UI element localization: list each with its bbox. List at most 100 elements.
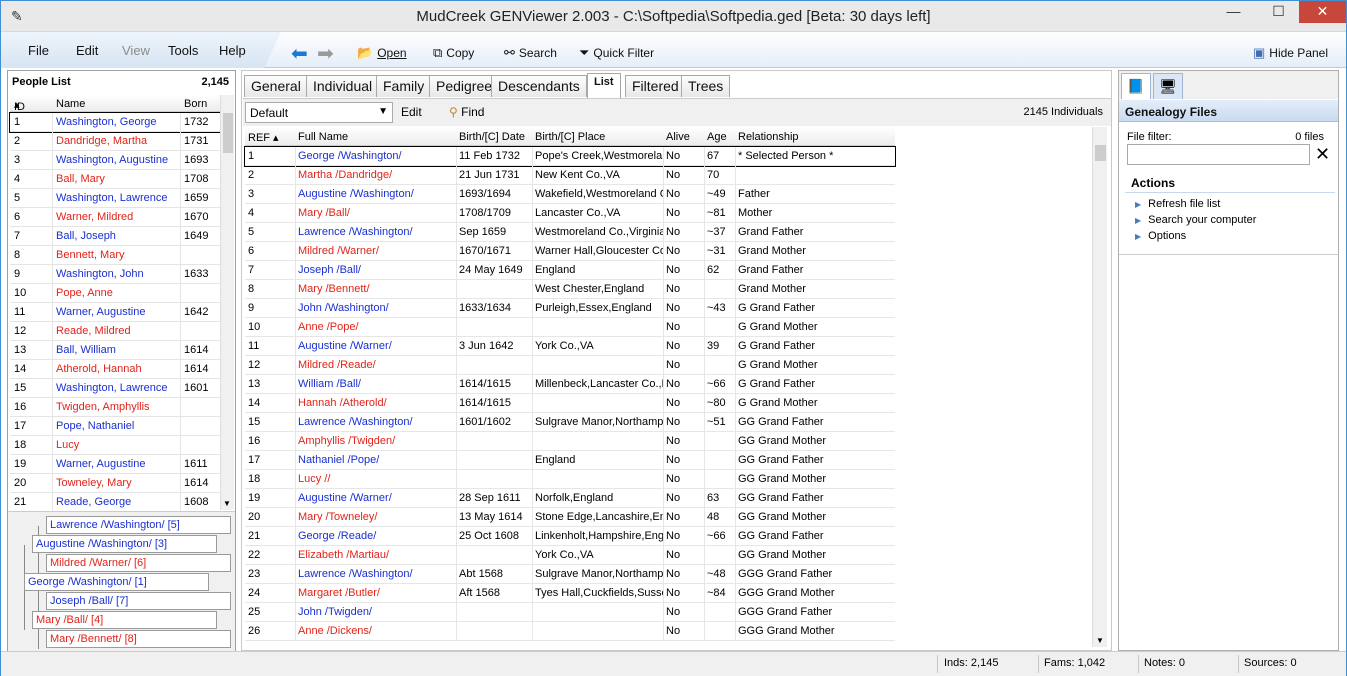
quick-filter-button[interactable]: ⏷ Quick Filter — [579, 45, 654, 61]
tab-trees[interactable]: Trees — [681, 75, 731, 97]
scroll-down-icon[interactable]: ▼ — [223, 499, 231, 508]
scroll-thumb[interactable] — [223, 113, 233, 153]
table-row[interactable]: 21 George /Reade/25 Oct 1608 Linkenholt,Ha… — [245, 527, 895, 546]
person-row[interactable]: 14 Atherold, Hannah 1614 — [10, 360, 220, 379]
tab-list[interactable]: List — [587, 73, 621, 98]
person-row[interactable]: 2 Dandridge, Martha 1731 — [10, 132, 220, 151]
table-row[interactable]: 24 Margaret /Butler/Aft 1568 Tyes Hall,Cuc… — [245, 584, 895, 603]
table-row[interactable]: 11 Augustine /Warner/3 Jun 1642 York Co.,V… — [245, 337, 895, 356]
hide-panel-button[interactable]: ▣ Hide Panel — [1253, 45, 1328, 61]
book-icon[interactable]: 📘 — [1121, 73, 1151, 99]
person-row[interactable]: 21 Reade, George 1608 — [10, 493, 220, 512]
person-row[interactable]: 3 Washington, Augustine 1693 — [10, 151, 220, 170]
table-row[interactable]: 13 William /Ball/1614/1615 Millenbeck,Lanc… — [245, 375, 895, 394]
back-arrow-icon[interactable]: ⬅ — [291, 41, 308, 66]
person-row[interactable]: 18 Lucy — [10, 436, 220, 455]
person-row[interactable]: 16 Twigden, Amphyllis — [10, 398, 220, 417]
person-row[interactable]: 13 Ball, William 1614 — [10, 341, 220, 360]
table-row[interactable]: 2 Martha /Dandridge/21 Jun 1731 New Kent C… — [245, 166, 895, 185]
tab-individual[interactable]: Individual — [306, 75, 380, 97]
table-row[interactable]: 25 John /Twigden/No GGG Grand Father — [245, 603, 895, 622]
table-row[interactable]: 17 Nathaniel /Pope/England No GG Grand Fath… — [245, 451, 895, 470]
menu-edit[interactable]: Edit — [76, 43, 98, 58]
person-row[interactable]: 10 Pope, Anne — [10, 284, 220, 303]
find-button[interactable]: ⚲ Find — [449, 105, 484, 119]
table-row[interactable]: 3 Augustine /Washington/1693/1694 Wakefiel… — [245, 185, 895, 204]
person-row[interactable]: 7 Ball, Joseph 1649 — [10, 227, 220, 246]
table-row[interactable]: 16 Amphyllis /Twigden/No GG Grand Mother — [245, 432, 895, 451]
tree-node[interactable]: George /Washington/ [1] — [24, 573, 209, 591]
person-row[interactable]: 15 Washington, Lawrence 1601 — [10, 379, 220, 398]
table-row[interactable]: 10 Anne /Pope/No G Grand Mother — [245, 318, 895, 337]
action-link[interactable]: ▶ Search your computer — [1135, 214, 1256, 226]
table-row[interactable]: 9 John /Washington/1633/1634 Purleigh,Esse… — [245, 299, 895, 318]
col-age[interactable]: Age — [707, 131, 727, 143]
tab-pedigree[interactable]: Pedigree — [429, 75, 500, 97]
menu-help[interactable]: Help — [219, 43, 246, 58]
col-id[interactable]: ID ▴ — [14, 98, 25, 113]
table-row[interactable]: 15 Lawrence /Washington/1601/1602 Sulgrave… — [245, 413, 895, 432]
person-row[interactable]: 4 Ball, Mary 1708 — [10, 170, 220, 189]
tree-node[interactable]: Mary /Bennett/ [8] — [46, 630, 231, 648]
person-row[interactable]: 5 Washington, Lawrence 1659 — [10, 189, 220, 208]
open-button[interactable]: 📂 Open — [357, 45, 407, 61]
table-row[interactable]: 12 Mildred /Reade/No G Grand Mother — [245, 356, 895, 375]
people-list-scrollbar[interactable]: ▼ — [220, 95, 234, 510]
col-alive[interactable]: Alive — [666, 131, 690, 143]
file-filter-input[interactable] — [1127, 144, 1310, 165]
person-row[interactable]: 12 Reade, Mildred — [10, 322, 220, 341]
col-born[interactable]: Born — [184, 98, 207, 110]
list-scrollbar[interactable]: ▼ — [1092, 127, 1107, 647]
tab-descendants[interactable]: Descendants — [491, 75, 587, 97]
tree-node[interactable]: Lawrence /Washington/ [5] — [46, 516, 231, 534]
person-row[interactable]: 9 Washington, John 1633 — [10, 265, 220, 284]
table-row[interactable]: 5 Lawrence /Washington/Sep 1659 Westmorela… — [245, 223, 895, 242]
forward-arrow-icon[interactable]: ➡ — [317, 41, 334, 66]
col-relationship[interactable]: Relationship — [738, 131, 799, 143]
person-row[interactable]: 8 Bennett, Mary — [10, 246, 220, 265]
person-row[interactable]: 11 Warner, Augustine 1642 — [10, 303, 220, 322]
menu-view[interactable]: View — [122, 43, 150, 58]
col-birth-c-date[interactable]: Birth/[C] Date — [459, 131, 525, 143]
copy-button[interactable]: ⧉ Copy — [433, 45, 474, 61]
col-full-name[interactable]: Full Name — [298, 131, 348, 143]
person-row[interactable]: 20 Towneley, Mary 1614 — [10, 474, 220, 493]
table-row[interactable]: 26 Anne /Dickens/No GGG Grand Mother — [245, 622, 895, 641]
person-row[interactable]: 6 Warner, Mildred 1670 — [10, 208, 220, 227]
action-link[interactable]: ▶ Options — [1135, 230, 1186, 242]
table-row[interactable]: 19 Augustine /Warner/28 Sep 1611 Norfolk,E… — [245, 489, 895, 508]
person-row[interactable]: 17 Pope, Nathaniel — [10, 417, 220, 436]
table-row[interactable]: 1 George /Washington/11 Feb 1732 Pope's Cr… — [244, 146, 896, 167]
search-button[interactable]: ⚯ Search — [504, 45, 557, 61]
col-birth-c-place[interactable]: Birth/[C] Place — [535, 131, 605, 143]
computer-icon[interactable]: 🖥 — [1153, 73, 1183, 99]
close-button[interactable]: ✕ — [1299, 1, 1346, 23]
person-row[interactable]: 19 Warner, Augustine 1611 — [10, 455, 220, 474]
col-ref[interactable]: REF ▴ — [248, 131, 279, 144]
clear-filter-icon[interactable]: ✕ — [1315, 144, 1330, 164]
minimize-button[interactable]: — — [1211, 1, 1256, 23]
view-combo[interactable]: Default ▼ — [245, 102, 393, 123]
scroll-thumb[interactable] — [1095, 145, 1106, 161]
tab-family[interactable]: Family — [376, 75, 432, 97]
menu-file[interactable]: File — [28, 43, 49, 58]
tab-general[interactable]: General — [244, 75, 308, 97]
table-row[interactable]: 20 Mary /Towneley/13 May 1614 Stone Edge,L… — [245, 508, 895, 527]
menu-tools[interactable]: Tools — [168, 43, 198, 58]
maximize-button[interactable]: ☐ — [1256, 1, 1301, 23]
tree-node[interactable]: Mary /Ball/ [4] — [32, 611, 217, 629]
tree-node[interactable]: Joseph /Ball/ [7] — [46, 592, 231, 610]
scroll-down-icon[interactable]: ▼ — [1096, 636, 1104, 645]
table-row[interactable]: 23 Lawrence /Washington/Abt 1568 Sulgrave … — [245, 565, 895, 584]
table-row[interactable]: 4 Mary /Ball/1708/1709 Lancaster Co.,VA No ~… — [245, 204, 895, 223]
action-link[interactable]: ▶ Refresh file list — [1135, 198, 1220, 210]
tree-node[interactable]: Mildred /Warner/ [6] — [46, 554, 231, 572]
table-row[interactable]: 22 Elizabeth /Martiau/York Co.,VA No GG Gra… — [245, 546, 895, 565]
tab-filtered[interactable]: Filtered — [625, 75, 686, 97]
table-row[interactable]: 7 Joseph /Ball/24 May 1649 England No 62 Gran… — [245, 261, 895, 280]
table-row[interactable]: 14 Hannah /Atherold/1614/1615 No ~80 G Grand… — [245, 394, 895, 413]
table-row[interactable]: 18 Lucy // No GG Grand Mother — [245, 470, 895, 489]
table-row[interactable]: 6 Mildred /Warner/1670/1671 Warner Hall,Gl… — [245, 242, 895, 261]
tree-node[interactable]: Augustine /Washington/ [3] — [32, 535, 217, 553]
person-row[interactable]: 1 Washington, George 1732 — [9, 112, 221, 133]
